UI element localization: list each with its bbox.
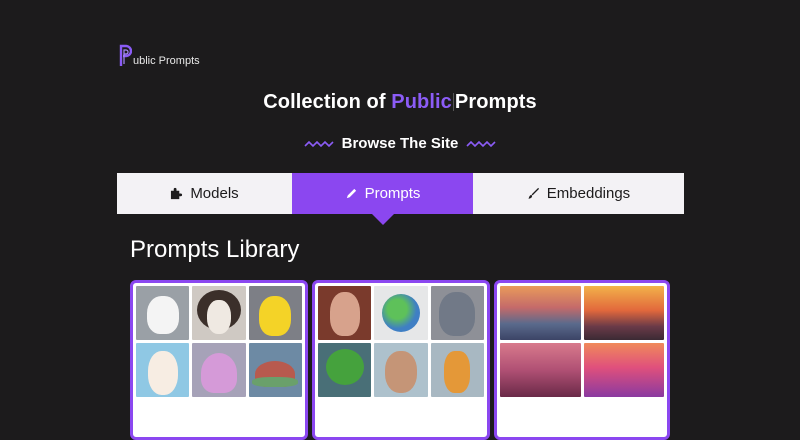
tile-desert-mountains (500, 343, 581, 397)
logo-p-icon (119, 44, 132, 66)
tile-globe (374, 286, 428, 340)
browse-label: Browse The Site (341, 135, 459, 152)
tab-prompts-label: Prompts (364, 185, 421, 202)
tile-frog (318, 343, 372, 397)
headline-accent: Public (391, 91, 452, 113)
wave-left-icon (304, 140, 334, 147)
typing-caret (452, 93, 454, 111)
prompt-card-landscapes[interactable] (494, 280, 670, 440)
tile-white-cat (136, 286, 190, 340)
tile-totoro (430, 286, 484, 340)
prompt-card-plush[interactable] (130, 280, 308, 440)
tile-pink-hills (583, 343, 664, 397)
browse-heading: Browse The Site (0, 135, 800, 152)
tab-models[interactable]: Models (117, 173, 292, 214)
library-title: Prompts Library (130, 236, 300, 263)
page-headline: Collection of Public Prompts (0, 91, 800, 114)
tab-models-label: Models (190, 185, 239, 202)
tab-prompts[interactable]: Prompts (292, 173, 473, 214)
tile-lion (192, 286, 246, 340)
wave-right-icon (466, 140, 496, 147)
headline-part2: Prompts (454, 91, 537, 113)
tile-pikachu (248, 286, 302, 340)
puzzle-icon (171, 187, 183, 200)
browse-tabs: Models Prompts Embeddings (117, 173, 684, 214)
site-logo[interactable]: ublic Prompts (118, 42, 200, 68)
prompt-card-characters[interactable] (312, 280, 490, 440)
tile-man (374, 343, 428, 397)
pen-icon (346, 188, 356, 199)
headline-part1: Collection of (263, 91, 392, 113)
tile-bunny (136, 343, 190, 397)
tile-turtle (248, 343, 302, 397)
tile-city-sunset (583, 286, 664, 340)
tile-octopus (192, 343, 246, 397)
tab-embeddings-label: Embeddings (546, 185, 631, 202)
tile-mountain-sunset (500, 286, 581, 340)
logo-text: ublic Prompts (133, 55, 200, 67)
tab-embeddings[interactable]: Embeddings (473, 173, 684, 214)
tile-girl (318, 286, 372, 340)
brush-icon (528, 187, 539, 199)
tile-giraffe (430, 343, 484, 397)
